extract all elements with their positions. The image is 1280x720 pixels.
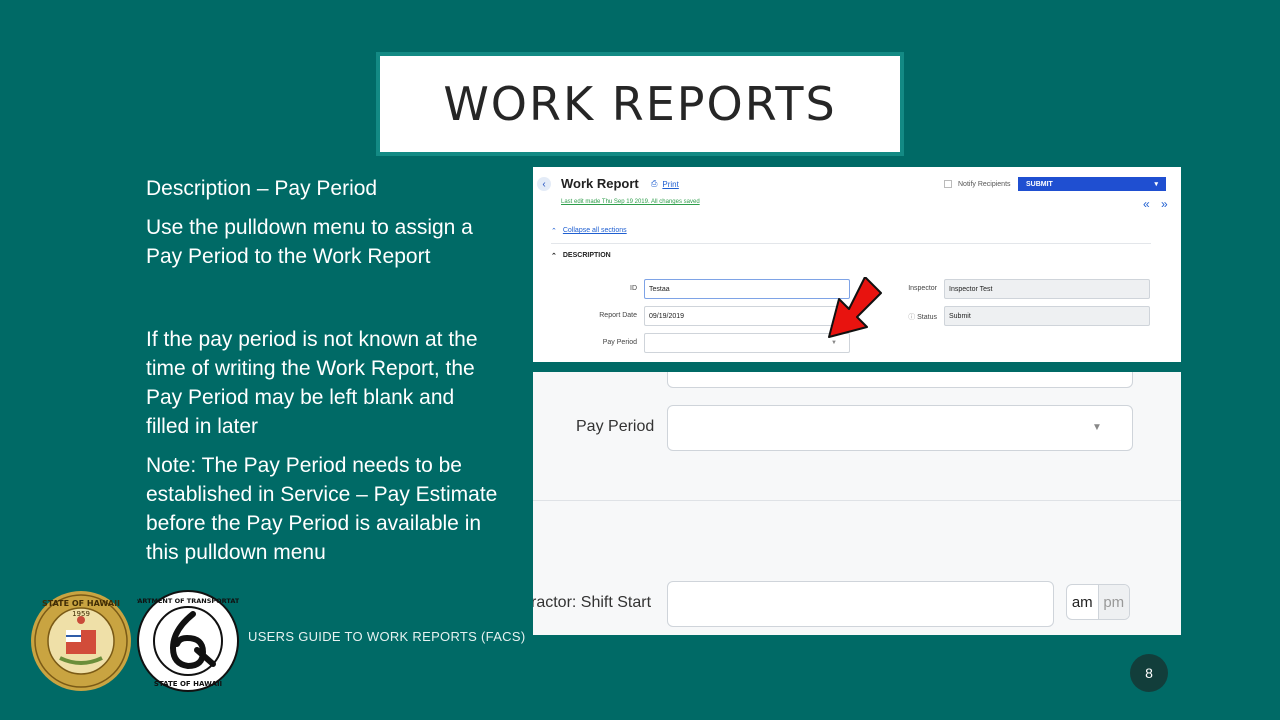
hawaii-state-seal-icon: STATE OF HAWAII 1959 [31,591,131,691]
work-report-title: Work Report [561,176,639,191]
pay-period-label-large: Pay Period [576,418,655,435]
chevron-up-icon: ⌃ [551,228,557,235]
last-edit-link[interactable]: Last edit made Thu Sep 19 2019. All chan… [561,199,700,205]
slide-body-text: Description – Pay Period Use the pulldow… [146,174,498,577]
pay-period-select-large[interactable]: ▼ [667,405,1133,451]
pay-period-zoom-screenshot: Pay Period ▼ ractor: Shift Start am pm [533,372,1181,635]
pay-period-label: Pay Period [602,339,637,346]
dot-logo-icon: DEPARTMENT OF TRANSPORTATION STATE OF HA… [137,590,239,692]
chevron-up-icon: ⌃ [551,253,557,260]
caret-down-icon: ▼ [1092,422,1102,433]
report-date-input[interactable]: 09/19/2019 [644,306,850,326]
caret-down-icon: ▼ [831,340,837,346]
red-pointer-arrow-icon [828,277,882,338]
status-label-text: Status [917,314,937,321]
subheading: Description – Pay Period [146,177,378,200]
chevron-left-icon: ‹ [542,178,546,190]
divider [551,243,1151,244]
pm-option[interactable]: pm [1097,585,1129,619]
page-number: 8 [1130,654,1168,692]
shift-start-input[interactable] [667,581,1054,627]
id-label: ID [630,285,637,292]
print-label: Print [662,179,679,189]
notify-checkbox[interactable] [944,180,952,188]
seal-text: STATE OF HAWAII [42,599,120,608]
submit-dropdown[interactable]: SUBMIT ▾ [1018,177,1166,191]
description-section-header[interactable]: ⌃ DESCRIPTION [551,252,611,260]
am-option[interactable]: am [1067,585,1098,619]
printer-icon: ⎙ [651,179,658,188]
report-date-input-cropped[interactable] [667,372,1133,388]
submit-label: SUBMIT [1026,180,1053,188]
paragraph-note: Note: The Pay Period needs to be establi… [146,454,498,564]
am-pm-toggle[interactable]: am pm [1066,584,1130,620]
work-report-screenshot: ‹ Work Report ⎙ Print Last edit made Thu… [533,167,1181,362]
collapse-all-sections[interactable]: ⌃ Collapse all sections [551,227,627,235]
collapse-label: Collapse all sections [562,227,627,234]
status-field: Submit [944,306,1150,326]
divider [533,500,1181,501]
record-nav-arrows[interactable]: « » [1143,197,1172,211]
report-date-label: Report Date [599,312,637,319]
print-link[interactable]: ⎙ Print [651,179,679,189]
footer-text: USERS GUIDE TO WORK REPORTS (FACS) [248,629,526,644]
slide-title-box: WORK REPORTS [376,52,904,156]
section-label: DESCRIPTION [562,252,611,259]
pay-period-select[interactable]: ▼ [644,333,850,353]
id-input[interactable]: Testaa [644,279,850,299]
info-icon: ⓘ [908,314,918,321]
back-button[interactable]: ‹ [537,177,551,191]
seal-year: 1959 [72,610,90,618]
notify-label: Notify Recipients [958,180,1011,188]
notify-recipients[interactable]: Notify Recipients [944,180,1011,188]
shift-start-label: ractor: Shift Start [533,594,652,611]
dot-logo-text-bottom: STATE OF HAWAII [154,680,222,688]
paragraph-instruction: Use the pulldown menu to assign a Pay Pe… [146,216,473,268]
inspector-field: Inspector Test [944,279,1150,299]
slide-title: WORK REPORTS [443,77,837,131]
paragraph-blank-info: If the pay period is not known at the ti… [146,328,478,438]
dot-logo-text-top: DEPARTMENT OF TRANSPORTATION [137,597,239,605]
caret-down-icon: ▾ [1154,181,1158,188]
